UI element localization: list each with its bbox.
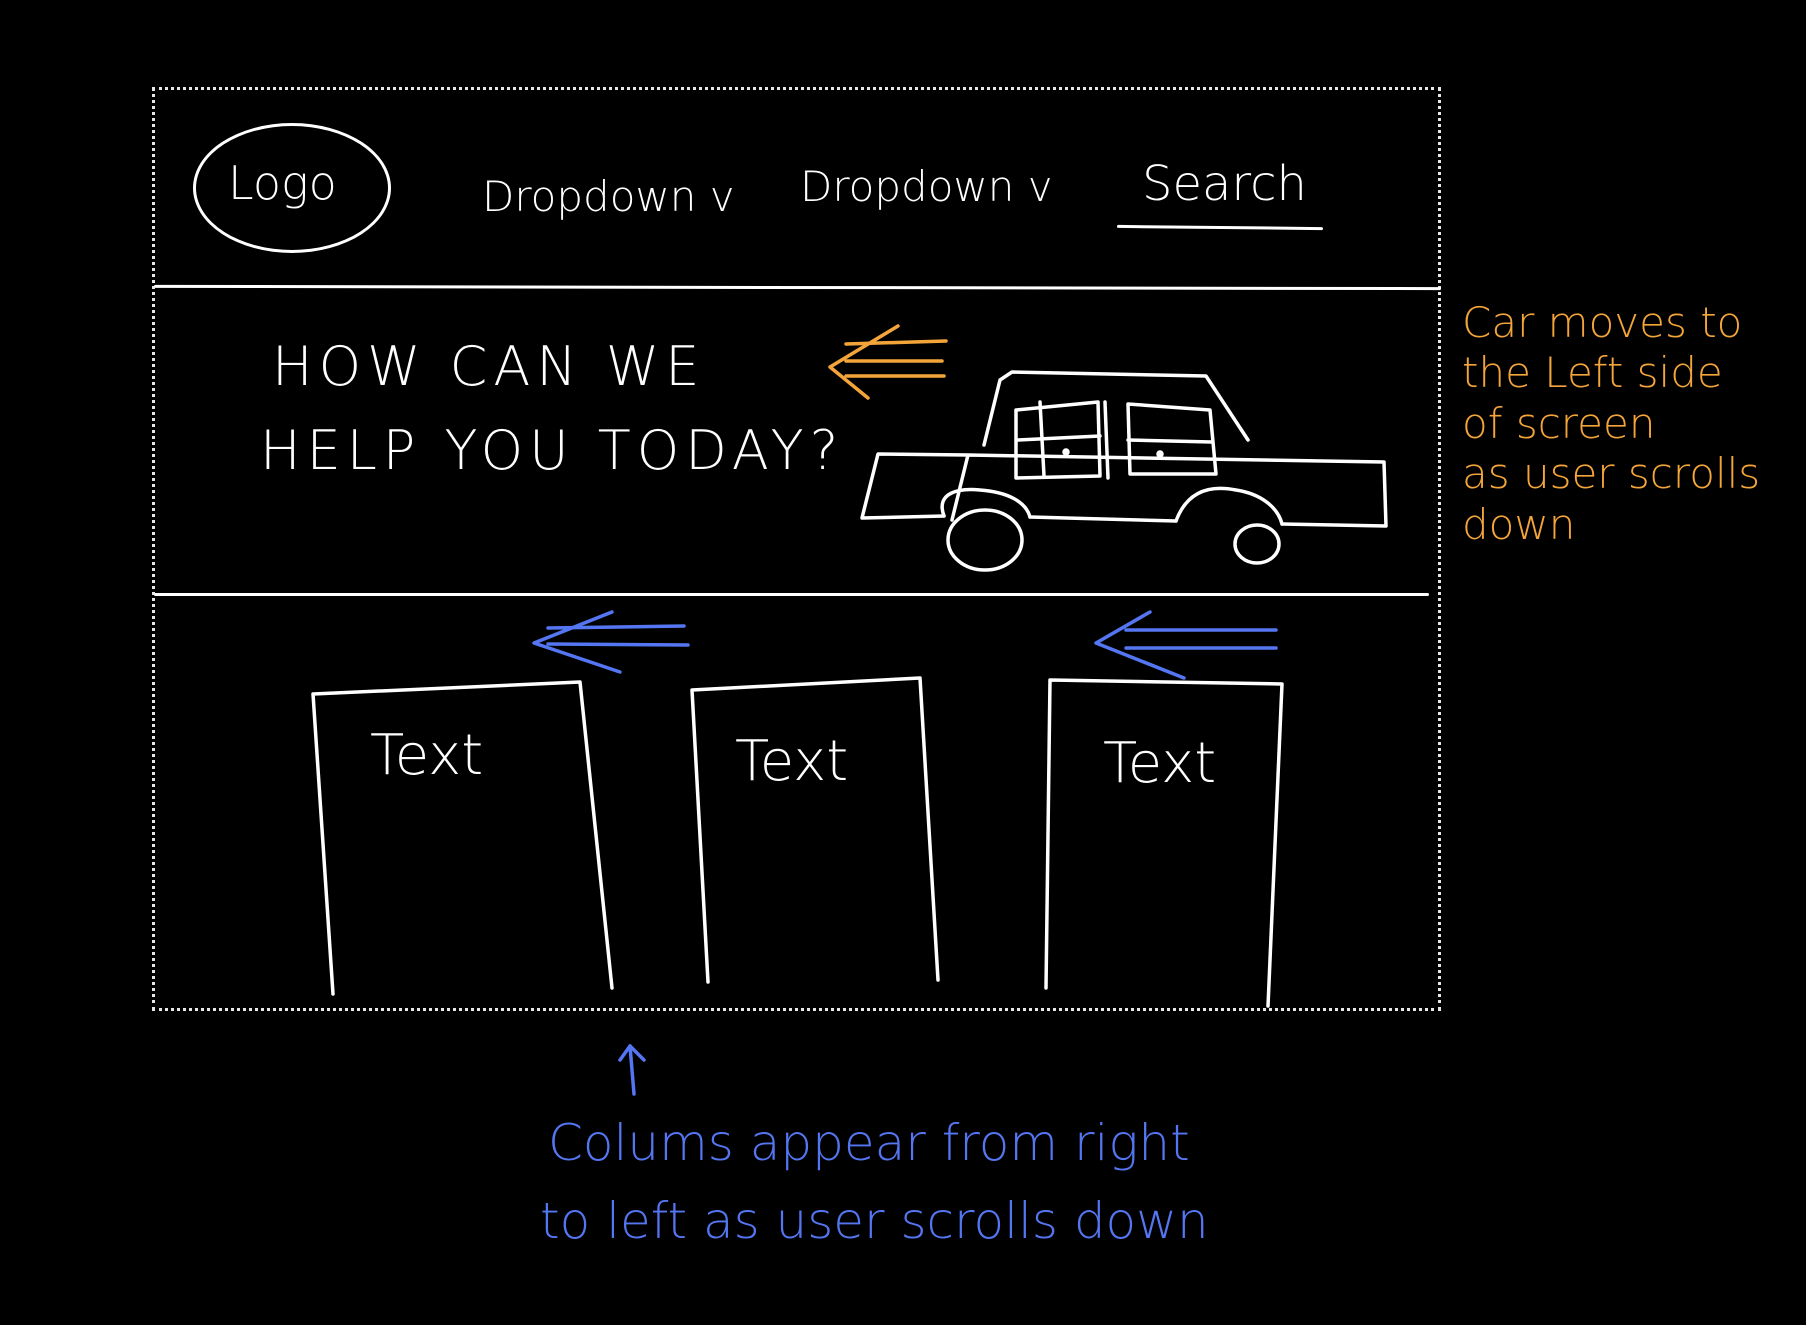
column-2 — [690, 676, 940, 984]
left-arrow-icon — [828, 324, 948, 400]
left-arrow-icon — [532, 610, 1278, 680]
column-3 — [1044, 678, 1284, 1008]
column-sketches — [311, 676, 1284, 1008]
column-1 — [311, 680, 614, 996]
car-icon — [860, 370, 1388, 572]
up-arrow-icon — [618, 1044, 646, 1096]
sketch-drawings — [311, 324, 1388, 1096]
